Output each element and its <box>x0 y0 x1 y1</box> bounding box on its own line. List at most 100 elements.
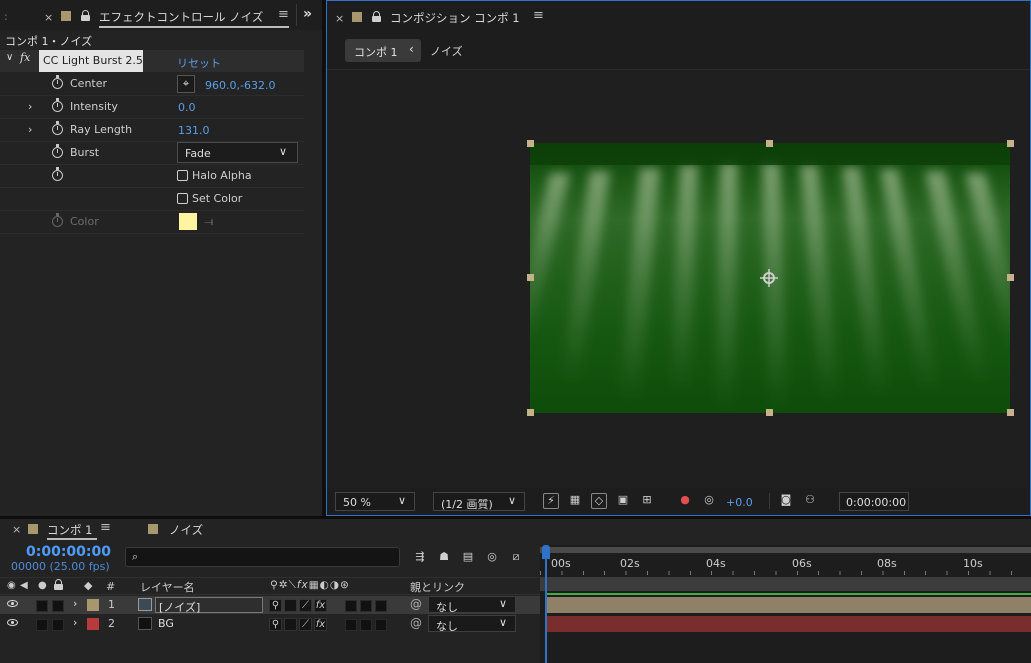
anchor-point-icon[interactable] <box>759 268 779 288</box>
layer-name-field[interactable]: [ノイズ] <box>155 597 263 614</box>
solo-switch[interactable] <box>36 600 48 612</box>
zoom-dropdown[interactable]: 50 % ∨ <box>335 492 415 511</box>
lock-switch[interactable] <box>52 600 64 612</box>
solo-switch[interactable] <box>36 619 48 631</box>
breadcrumb-active[interactable]: コンポ 1 ‹ <box>345 39 421 62</box>
layer-label-color[interactable] <box>87 599 99 611</box>
comp-viewer[interactable] <box>327 70 1030 488</box>
fx-switch-icon[interactable]: fx <box>314 618 327 631</box>
double-chevron-right-icon[interactable]: » <box>303 6 312 22</box>
transform-handle[interactable] <box>1007 274 1014 281</box>
layer-name-column[interactable]: レイヤー名 <box>140 579 195 595</box>
camera-snapshot-icon[interactable]: ◙ <box>778 493 794 509</box>
transparency-grid-icon[interactable]: ▦ <box>567 493 583 509</box>
halo-alpha-checkbox[interactable]: Halo Alpha <box>177 169 252 182</box>
close-tab-icon[interactable]: × <box>335 12 344 25</box>
motion-blur-icon[interactable]: ◎ <box>484 550 500 566</box>
lock-icon[interactable] <box>372 11 381 22</box>
parent-dropdown[interactable]: なし ∨ <box>428 596 516 614</box>
pickwhip-icon[interactable]: @ <box>410 597 422 611</box>
time-ruler[interactable]: 00s 02s 04s 06s 08s 10s <box>540 555 1031 575</box>
chevron-right-icon[interactable]: › <box>28 100 32 113</box>
close-tab-icon[interactable]: × <box>44 11 53 24</box>
time-ruler-area[interactable]: 00s 02s 04s 06s 08s 10s <box>540 545 1031 663</box>
eye-icon[interactable] <box>7 619 18 626</box>
lock-icon[interactable] <box>81 10 90 21</box>
layer-search-input[interactable]: ⌕ <box>125 547 400 567</box>
shy-switch-icon[interactable]: ⚲ <box>269 618 282 631</box>
quality-switch-icon[interactable]: ⟋ <box>299 618 312 631</box>
show-snapshot-icon[interactable]: ⚇ <box>802 493 818 509</box>
collapse-switch[interactable] <box>284 599 297 612</box>
checkbox-box[interactable] <box>177 170 188 181</box>
parent-link-column[interactable]: 親とリンク <box>410 579 465 595</box>
channel-rgb-icon[interactable]: ● <box>677 493 693 509</box>
exposure-value[interactable]: +0.0 <box>726 496 753 509</box>
pickwhip-icon[interactable]: @ <box>410 616 422 630</box>
panel-menu-icon[interactable]: ≡ <box>278 7 289 22</box>
chevron-right-icon[interactable]: › <box>73 597 77 610</box>
chevron-down-icon[interactable]: ∨ <box>6 52 13 63</box>
fx-switch-icon[interactable]: fx <box>314 599 327 612</box>
resolution-dropdown[interactable]: (1/2 画質) ∨ <box>433 492 525 511</box>
frame-blend-switch[interactable] <box>345 619 357 631</box>
playhead-line[interactable] <box>545 545 547 663</box>
comp-panel-title[interactable]: コンポジション コンポ 1 <box>390 10 520 26</box>
stopwatch-icon[interactable] <box>52 144 63 158</box>
layer-bar-1[interactable] <box>546 597 1031 613</box>
checkbox-box[interactable] <box>177 193 188 204</box>
stopwatch-icon[interactable] <box>52 75 63 89</box>
parent-dropdown[interactable]: なし ∨ <box>428 615 516 633</box>
crosshair-icon[interactable]: ⌖ <box>177 75 195 93</box>
stopwatch-icon[interactable] <box>52 167 63 181</box>
frame-blending-icon[interactable]: ▤ <box>460 550 476 566</box>
intensity-value[interactable]: 0.0 <box>178 101 196 114</box>
eyedropper-icon[interactable]: ⟞ <box>204 215 213 229</box>
breadcrumb-next[interactable]: ノイズ <box>430 43 463 59</box>
timeline-tab-other[interactable]: ノイズ <box>169 522 203 538</box>
color-swatch[interactable] <box>179 213 197 230</box>
viewer-timecode[interactable]: 0:00:00:00 <box>839 492 909 511</box>
quality-switch-icon[interactable]: ⟋ <box>299 599 312 612</box>
shy-layers-icon[interactable]: ☗ <box>436 550 452 566</box>
fx-toggle-icon[interactable]: fx <box>20 51 30 64</box>
work-area-bar[interactable] <box>540 547 1031 553</box>
guides-icon[interactable]: ⊞ <box>639 493 655 509</box>
frame-blend-switch[interactable] <box>345 600 357 612</box>
transform-handle[interactable] <box>766 409 773 416</box>
chevron-right-icon[interactable]: › <box>28 123 32 136</box>
eye-icon[interactable] <box>7 600 18 607</box>
layer-bar-2[interactable] <box>546 616 1031 632</box>
set-color-checkbox[interactable]: Set Color <box>177 192 242 205</box>
center-value[interactable]: 960.0,-632.0 <box>205 79 275 92</box>
layer-label-color[interactable] <box>87 618 99 630</box>
panel-menu-icon[interactable]: ≡ <box>100 520 111 535</box>
adjustment-switch[interactable] <box>375 600 387 612</box>
reset-link[interactable]: リセット <box>177 55 221 71</box>
adjustment-switch[interactable] <box>375 619 387 631</box>
shy-switch-icon[interactable]: ⚲ <box>269 599 282 612</box>
collapse-switch[interactable] <box>284 618 297 631</box>
mask-visibility-icon[interactable]: ◇ <box>591 493 607 509</box>
graph-editor-icon[interactable]: ⧄ <box>508 550 524 566</box>
burst-dropdown[interactable]: Fade ∨ <box>177 142 298 163</box>
stopwatch-icon[interactable] <box>52 121 63 135</box>
motion-blur-switch[interactable] <box>360 619 372 631</box>
current-time[interactable]: 0:00:00:00 <box>26 544 111 560</box>
region-of-interest-icon[interactable]: ▣ <box>615 493 631 509</box>
lock-switch[interactable] <box>52 619 64 631</box>
transform-handle[interactable] <box>527 274 534 281</box>
timeline-tab-active[interactable]: コンポ 1 <box>47 522 92 538</box>
comp-flowchart-icon[interactable]: ⇶ <box>412 550 428 566</box>
panel-menu-icon[interactable]: ≡ <box>533 8 544 23</box>
layer-row[interactable]: › 2 BG ⚲ ⟋ fx @ なし ∨ <box>0 615 540 633</box>
motion-blur-switch[interactable] <box>360 600 372 612</box>
transform-handle[interactable] <box>527 409 534 416</box>
transform-handle[interactable] <box>766 140 773 147</box>
transform-handle[interactable] <box>527 140 534 147</box>
transform-handle[interactable] <box>1007 140 1014 147</box>
layer-row[interactable]: › 1 [ノイズ] ⚲ ⟋ fx @ なし ∨ <box>0 596 540 614</box>
close-tab-icon[interactable]: × <box>12 523 21 536</box>
stopwatch-icon[interactable] <box>52 98 63 112</box>
fast-previews-icon[interactable]: ⚡ <box>543 493 559 509</box>
